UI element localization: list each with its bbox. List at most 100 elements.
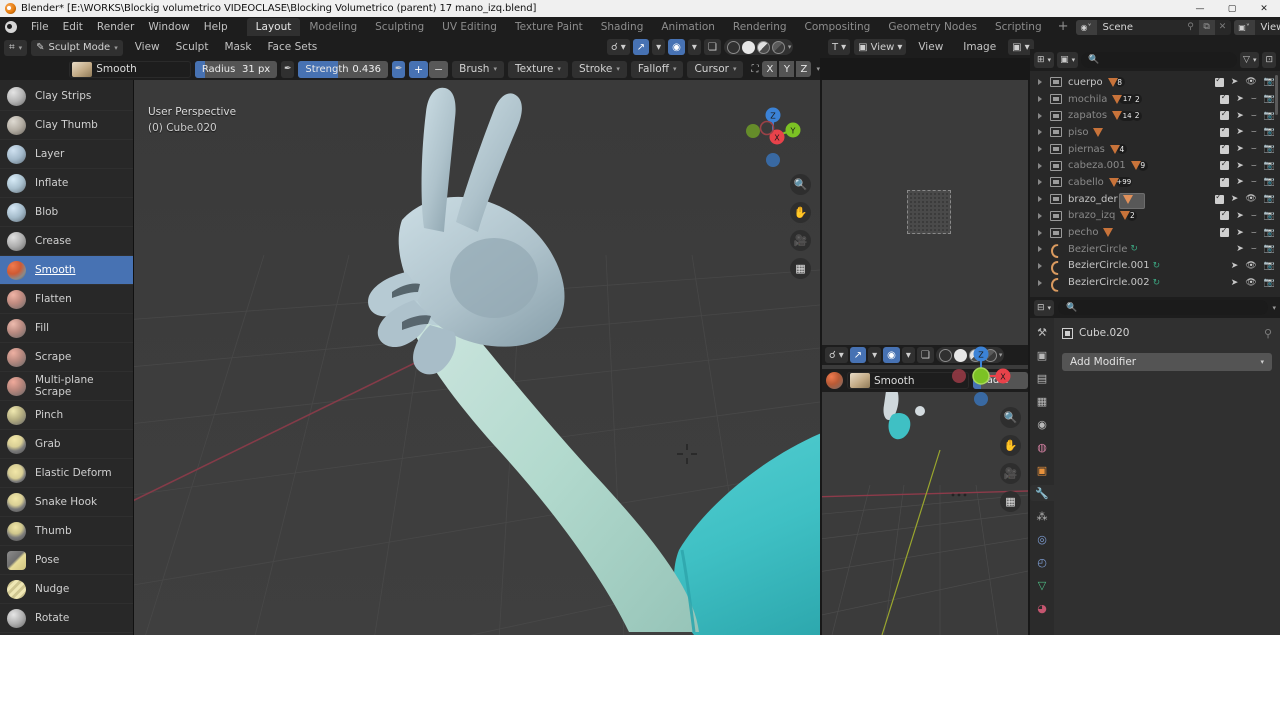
proportional-editing-button[interactable]: ◉ [883, 347, 900, 363]
pin-scene-icon[interactable]: ⚲ [1183, 20, 1199, 35]
close-button[interactable]: ✕ [1248, 0, 1280, 17]
brush-item-fill[interactable]: Fill [0, 314, 133, 343]
tab-animation[interactable]: Animation [652, 18, 724, 36]
viewlayer-name[interactable]: ViewLayer [1254, 19, 1280, 35]
data-tab[interactable]: ▽ [1034, 577, 1050, 593]
outliner-row-beziercircle[interactable]: BezierCircle ↻ ➤ ⌣ 📷 [1030, 241, 1280, 258]
proportional-dropdown[interactable]: ▾ [901, 347, 915, 363]
strength-slider[interactable]: Strength 0.436 [298, 60, 389, 78]
visibility-eye-icon[interactable]: 👁 [1245, 77, 1256, 87]
visibility-eye-icon[interactable]: 👁 [1245, 261, 1256, 271]
constraints-tab[interactable]: ◴ [1034, 554, 1050, 570]
shading-rendered-button[interactable] [771, 40, 785, 54]
selectable-cursor-icon[interactable]: ➤ [1236, 111, 1244, 121]
brush-item-elastic-deform[interactable]: Elastic Deform [0, 459, 133, 488]
camera-icon[interactable]: 🎥 [1000, 463, 1021, 484]
outliner-row-cabeza-001[interactable]: cabeza.001 9 ➤ ⌣ 📷 [1030, 157, 1280, 174]
brush-item-snake-hook[interactable]: Snake Hook [0, 488, 133, 517]
camera-icon[interactable]: 🎥 [790, 230, 811, 251]
delete-scene-button[interactable]: ✕ [1215, 20, 1231, 35]
disclosure-triangle-icon[interactable] [1038, 262, 1042, 269]
menu-image-secondary[interactable]: Image [955, 39, 1004, 55]
falloff-popover[interactable]: Falloff ▾ [630, 60, 684, 78]
tab-layout[interactable]: Layout [246, 18, 301, 36]
selectable-cursor-icon[interactable]: ➤ [1231, 194, 1239, 204]
xray-toggle-button[interactable]: ❏ [703, 39, 721, 55]
render-camera-icon[interactable]: 📷 [1264, 94, 1275, 104]
blender-menu-icon[interactable] [4, 20, 18, 34]
visibility-closed-eye-icon[interactable]: ⌣ [1251, 228, 1257, 238]
outliner-filter-id-button[interactable]: ▣ ▾ [1057, 52, 1079, 68]
disclosure-triangle-icon[interactable] [1038, 229, 1042, 236]
menu-file[interactable]: File [24, 17, 56, 37]
image-editor-type-button[interactable]: ▣ View ▾ [854, 39, 907, 55]
object-gizmo-button[interactable]: ☌ ▾ [825, 347, 848, 363]
disclosure-triangle-icon[interactable] [1038, 79, 1042, 86]
checkbox-enable[interactable] [1220, 92, 1230, 104]
shading-dropdown-icon[interactable]: ▾ [788, 43, 792, 51]
brush-item-nudge[interactable]: Nudge [0, 575, 133, 604]
render-camera-icon[interactable]: 📷 [1264, 127, 1275, 137]
visibility-closed-eye-icon[interactable]: ⌣ [1251, 211, 1257, 221]
visibility-closed-eye-icon[interactable]: ⌣ [1251, 161, 1257, 171]
tab-sculpting[interactable]: Sculpting [366, 18, 433, 36]
render-camera-icon[interactable]: 📷 [1264, 194, 1275, 204]
ortho-persp-grid-icon[interactable]: ▦ [790, 258, 811, 279]
radius-pressure-toggle[interactable]: ✒ [281, 60, 295, 78]
output-tab[interactable]: ▤ [1034, 370, 1050, 386]
xray-toggle-button[interactable]: ❏ [916, 347, 934, 363]
brush-subtract-button[interactable]: − [429, 60, 449, 78]
new-scene-button[interactable]: ⧉ [1198, 19, 1215, 35]
tab-compositing[interactable]: Compositing [796, 18, 880, 36]
properties-search-input[interactable]: 🔍 [1058, 300, 1269, 315]
menu-mask[interactable]: Mask [216, 37, 259, 58]
main-3d-viewport[interactable]: User Perspective (0) Cube.020 Z Y X 🔍 ✋ … [134, 80, 820, 635]
scene-tab[interactable]: ◉ [1034, 416, 1050, 432]
pin-icon[interactable]: ⚲ [1264, 327, 1272, 340]
render-camera-icon[interactable]: 📷 [1264, 211, 1275, 221]
visibility-eye-icon[interactable]: 👁 [1245, 194, 1256, 204]
world-tab[interactable]: ◍ [1034, 439, 1050, 455]
selectable-cursor-icon[interactable]: ➤ [1231, 278, 1239, 288]
selectable-cursor-icon[interactable]: ➤ [1231, 261, 1239, 271]
render-camera-icon[interactable]: 📷 [1264, 228, 1275, 238]
render-tab[interactable]: ▣ [1034, 347, 1050, 363]
render-camera-icon[interactable]: 📷 [1264, 111, 1275, 121]
tool-tab[interactable]: ⚒ [1034, 324, 1050, 340]
pan-hand-icon[interactable]: ✋ [1000, 435, 1021, 456]
outliner-row-piernas[interactable]: piernas 4 ➤ ⌣ 📷 [1030, 141, 1280, 158]
brush-item-smooth[interactable]: Smooth [0, 256, 133, 285]
zoom-icon[interactable]: 🔍 [790, 174, 811, 195]
brush-item-flatten[interactable]: Flatten [0, 285, 133, 314]
brush-item-scrape[interactable]: Scrape [0, 343, 133, 372]
proportional-editing-button[interactable]: ◉ [668, 39, 685, 55]
object-tab[interactable]: ▣ [1034, 462, 1050, 478]
selectable-cursor-icon[interactable]: ➤ [1236, 144, 1244, 154]
navigation-gizmo[interactable]: Z Y X [740, 104, 806, 170]
disclosure-triangle-icon[interactable] [1038, 96, 1042, 103]
render-camera-icon[interactable]: 📷 [1264, 77, 1275, 87]
shading-material-preview-button[interactable] [756, 40, 770, 54]
checkbox-enable[interactable] [1220, 159, 1230, 171]
selectable-cursor-icon[interactable]: ➤ [1236, 211, 1244, 221]
selectable-cursor-icon[interactable]: ➤ [1236, 161, 1244, 171]
properties-editor-type-button[interactable]: ⊟ ▾ [1034, 299, 1055, 316]
object-gizmo-button[interactable]: ☌ ▾ [607, 39, 630, 55]
add-modifier-button[interactable]: Add Modifier ▾ [1062, 353, 1272, 371]
pan-hand-icon[interactable]: ✋ [790, 202, 811, 223]
menu-edit[interactable]: Edit [56, 17, 90, 37]
checkbox-enable[interactable] [1214, 192, 1224, 204]
visibility-closed-eye-icon[interactable]: ⌣ [1251, 244, 1257, 254]
menu-view-secondary[interactable]: View [910, 39, 951, 55]
selectable-cursor-icon[interactable]: ➤ [1236, 244, 1244, 254]
checkbox-enable[interactable] [1214, 75, 1224, 87]
snap-dropdown[interactable]: ▾ [868, 347, 882, 363]
chevron-down-icon[interactable]: ▾ [1272, 304, 1276, 312]
symmetry-dropdown-icon[interactable]: ▾ [816, 65, 820, 73]
snap-dropdown[interactable]: ▾ [652, 39, 666, 55]
brush-item-crease[interactable]: Crease [0, 227, 133, 256]
checkbox-enable[interactable] [1220, 209, 1230, 221]
brush-item-layer[interactable]: Layer [0, 140, 133, 169]
selectable-cursor-icon[interactable]: ➤ [1231, 77, 1239, 87]
outliner-row-mochila[interactable]: mochila 17 2 ➤ ⌣ 📷 [1030, 91, 1280, 108]
